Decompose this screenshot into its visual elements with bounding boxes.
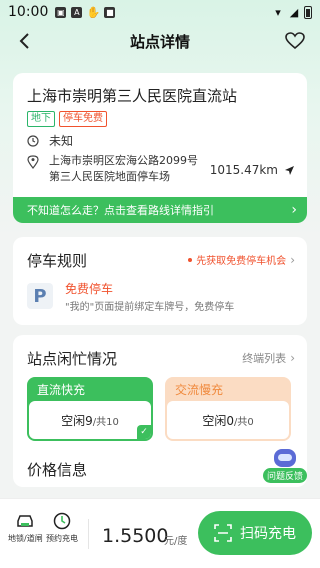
lock-gate-button[interactable]: 地锁/道闸 <box>8 511 43 544</box>
busy-status-card: 站点闲忙情况 终端列表 › 直流快充 空闲9/共10 ✓ 交流慢充 空闲0/共0… <box>13 335 307 487</box>
dc-availability: 空闲9/共10 <box>29 401 151 439</box>
parking-p-icon: P <box>27 283 53 309</box>
address-line-2: 第三人民医院地面停车场 <box>49 170 170 183</box>
hand-icon: ✋ <box>86 5 101 19</box>
gallery-icon: ▣ <box>55 6 67 18</box>
status-time: 10:00 <box>8 4 49 20</box>
route-guide-bar[interactable]: 不知道怎么走？点击查看路线详情指引 › <box>13 197 307 223</box>
dc-total-count: /共10 <box>92 416 119 428</box>
location-pin-icon <box>27 155 39 169</box>
car-lock-icon <box>15 511 35 531</box>
signal-icon: ◢ <box>289 5 299 19</box>
red-dot-icon <box>188 257 193 262</box>
open-time-row: 未知 <box>27 132 73 149</box>
busy-status-title: 站点闲忙情况 <box>27 350 118 368</box>
parking-rules-card: 停车规则 先获取免费停车机会 › P 免费停车 "我的"页面提前绑定车牌号，免费… <box>13 237 307 325</box>
price-unit: 元/度 <box>164 536 188 547</box>
bottom-bar: 地锁/道闸 预约充电 1.5500 元/度 扫码充电 <box>0 498 320 568</box>
navigate-button[interactable]: 1015.47km <box>210 163 295 177</box>
chevron-right-icon: › <box>291 202 297 218</box>
reserve-charge-label: 预约充电 <box>46 534 78 543</box>
feedback-button[interactable]: 问题反馈 <box>263 449 308 483</box>
reserve-clock-icon <box>52 511 72 531</box>
scan-charge-button[interactable]: 扫码充电 <box>198 511 312 555</box>
open-time-text: 未知 <box>49 134 74 148</box>
station-info-card: 上海市崇明第三人民医院直流站 地下 停车免费 未知 上海市崇明区宏海公路2099… <box>13 73 307 223</box>
price-value: 1.5500 <box>102 525 169 547</box>
check-icon: ✓ <box>137 425 151 439</box>
app-icon: ■ <box>104 6 116 18</box>
lock-gate-label: 地锁/道闸 <box>8 534 43 543</box>
scan-charge-label: 扫码充电 <box>240 526 296 542</box>
free-parking-title: 免费停车 <box>65 282 114 296</box>
wifi-icon: ▾ <box>275 5 281 19</box>
ac-slow-charge-tab[interactable]: 交流慢充 空闲0/共0 <box>165 377 291 441</box>
heart-icon <box>285 32 305 50</box>
ac-availability: 空闲0/共0 <box>167 401 289 439</box>
robot-icon <box>274 449 296 467</box>
address-row: 上海市崇明区宏海公路2099号 第三人民医院地面停车场 <box>27 153 219 185</box>
station-name: 上海市崇明第三人民医院直流站 <box>27 87 238 105</box>
ac-total-count: /共0 <box>233 416 254 428</box>
feedback-label: 问题反馈 <box>263 468 308 483</box>
tag-underground: 地下 <box>27 111 55 127</box>
station-tags: 地下 停车免费 <box>27 111 107 127</box>
price-info-title: 价格信息 <box>27 461 88 479</box>
a-icon: A <box>71 6 83 18</box>
scan-icon <box>214 524 232 542</box>
reserve-charge-button[interactable]: 预约充电 <box>46 511 78 544</box>
chevron-left-icon <box>19 33 29 49</box>
terminal-list-text: 终端列表 <box>242 352 287 365</box>
distance-text: 1015.47km <box>209 163 278 177</box>
terminal-list-link[interactable]: 终端列表 › <box>242 350 295 366</box>
page-title: 站点详情 <box>129 32 190 51</box>
favorite-button[interactable] <box>282 28 308 54</box>
chevron-right-icon: › <box>290 252 295 267</box>
status-bar: 10:00 ▣ A ✋ ■ ▾ ◢ <box>0 0 320 24</box>
clock-icon <box>27 134 39 147</box>
free-parking-link[interactable]: 先获取免费停车机会 › <box>188 252 295 267</box>
chevron-right-icon: › <box>290 351 295 365</box>
address-line-1: 上海市崇明区宏海公路2099号 <box>49 154 198 167</box>
back-button[interactable] <box>12 28 38 54</box>
dc-label: 直流快充 <box>37 383 86 397</box>
nav-bar: 站点详情 <box>0 26 320 56</box>
route-guide-text: 不知道怎么走？点击查看路线详情指引 <box>27 204 214 217</box>
dc-fast-charge-tab[interactable]: 直流快充 空闲9/共10 ✓ <box>27 377 153 441</box>
battery-icon <box>304 5 312 19</box>
navigation-arrow-icon <box>285 165 294 175</box>
free-parking-link-text: 先获取免费停车机会 <box>196 256 287 267</box>
parking-rules-title: 停车规则 <box>27 252 88 270</box>
free-parking-desc: "我的"页面提前绑定车牌号，免费停车 <box>65 302 235 313</box>
ac-free-count: 空闲0 <box>202 413 234 428</box>
ac-label: 交流慢充 <box>175 383 224 397</box>
dc-free-count: 空闲9 <box>61 413 93 428</box>
divider <box>88 519 89 549</box>
tag-free-parking: 停车免费 <box>59 111 107 127</box>
